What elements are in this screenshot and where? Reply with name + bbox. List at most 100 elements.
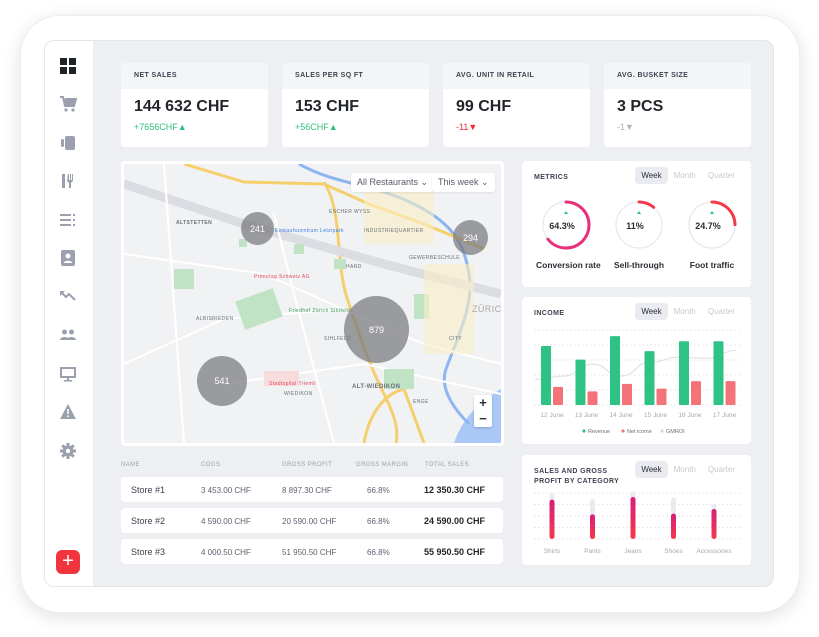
category-bar: [549, 499, 555, 539]
net-income-bar: [587, 391, 598, 405]
kpi-avg-basket-size: AVG. BUSKET SIZE 3 PCS -1▼: [604, 63, 751, 147]
column-header[interactable]: GROSS PROFIT: [282, 462, 332, 468]
map-cluster[interactable]: 241: [241, 212, 274, 245]
up-arrow-icon: [637, 211, 641, 214]
map-background: [124, 164, 501, 443]
store-map[interactable]: ALTSTETTEN ALBISRIEDEN ALT-WIEDIKON ZÜRI…: [121, 161, 504, 446]
restaurant-filter-dropdown[interactable]: All Restaurants ⌄: [351, 173, 435, 192]
people-icon[interactable]: [57, 324, 79, 346]
kpi-value: 144 632 CHF: [134, 98, 230, 115]
contact-icon[interactable]: [57, 247, 79, 269]
map-poi: Friedhof Zürich Sihlfeld: [289, 308, 351, 314]
restaurant-icon[interactable]: [57, 170, 79, 192]
total-sales: 12 350.30 CHF: [424, 485, 486, 495]
x-tick-label: Shirts: [544, 548, 561, 555]
list-icon[interactable]: [57, 209, 79, 231]
legend-dot: [660, 429, 664, 433]
revenue-bar: [644, 351, 655, 405]
store-name: Store #1: [131, 485, 166, 495]
column-header[interactable]: NAME: [121, 462, 140, 468]
dashboard-screen: + NET SALES 144 632 CHF +7656CHF▲ SALES …: [44, 40, 774, 587]
total-sales: 55 950.50 CHF: [424, 547, 486, 557]
map-label: ESCHER WYSS: [329, 209, 371, 215]
gross-profit: 20 590.00 CHF: [282, 517, 337, 526]
store-name: Store #3: [131, 547, 166, 557]
gauge-label: Conversion rate: [536, 260, 601, 270]
gross-profit: 51 950.50 CHF: [282, 548, 337, 557]
x-tick-label: 15 June: [644, 412, 668, 419]
kpi-avg-unit-retail: AVG. UNIT IN RETAIL 99 CHF -11▼: [443, 63, 590, 147]
kpi-delta: -1▼: [617, 122, 634, 132]
pos-terminal-icon[interactable]: [57, 132, 79, 154]
revenue-bar: [679, 341, 689, 405]
settings-icon[interactable]: [57, 440, 79, 462]
cogs: 4 590.00 CHF: [201, 517, 251, 526]
net-income-bar: [725, 381, 736, 405]
gross-margin: 66.8%: [367, 548, 390, 557]
zoom-in-button[interactable]: +: [474, 395, 492, 411]
revenue-bar: [575, 359, 586, 405]
dashboard-icon[interactable]: [57, 55, 79, 77]
gauge-0: 64.3% Conversion rate: [536, 199, 601, 270]
income-card: INCOME Week Month Quarter 12 June 13 June 14…: [522, 297, 751, 444]
card-title: METRICS: [534, 174, 569, 181]
map-poi: Einkaufszentrum Letzipark: [275, 228, 344, 234]
map-label: HARD: [346, 264, 362, 270]
gauge-1: 11% Sell-through: [609, 199, 669, 270]
gauge-label: Foot traffic: [689, 260, 735, 270]
category-card: SALES AND GROSS PROFIT BY CATEGORY Week Mo…: [522, 455, 751, 565]
category-bar: [630, 497, 636, 539]
cogs: 3 453.00 CHF: [201, 486, 251, 495]
map-label: INDUSTRIEQUARTIER: [364, 228, 424, 234]
monitor-icon[interactable]: [57, 363, 79, 385]
map-cluster[interactable]: 879: [344, 296, 409, 363]
gauge-label: Sell-through: [613, 260, 665, 270]
warning-icon[interactable]: [57, 401, 79, 423]
column-header[interactable]: GROSS MARGIN: [356, 462, 408, 468]
trend-icon[interactable]: [57, 286, 79, 308]
net-income-bar: [691, 381, 701, 405]
gauge-2: 24.7% Foot traffic: [682, 199, 742, 270]
kpi-title: AVG. UNIT IN RETAIL: [443, 63, 590, 89]
column-header[interactable]: COGS: [201, 462, 220, 468]
map-label: GEWERBESCHULE: [409, 255, 461, 261]
income-chart: 12 June 13 June 14 June 15 June 16 June 17 Ju…: [534, 329, 740, 435]
gauge-value: 64.3%: [549, 221, 575, 231]
map-label: ZÜRICH: [472, 304, 502, 314]
x-tick-label: Jeans: [624, 548, 642, 555]
cart-icon[interactable]: [57, 93, 79, 115]
add-button[interactable]: +: [56, 550, 80, 574]
kpi-sales-per-sq-ft: SALES PER SQ FT 153 CHF +56CHF▲: [282, 63, 429, 147]
table-row[interactable]: Store #1 3 453.00 CHF 8 897.30 CHF 66.8%…: [121, 477, 503, 502]
tab-week[interactable]: Week: [635, 167, 668, 184]
revenue-bar: [713, 341, 724, 405]
x-tick-label: 12 June: [540, 412, 564, 419]
x-tick-label: Shoes: [664, 548, 683, 555]
up-arrow-icon: [710, 211, 714, 214]
gross-margin: 66.8%: [367, 517, 390, 526]
kpi-delta: -11▼: [456, 122, 478, 132]
x-tick-label: Pants: [584, 548, 601, 555]
tab-month[interactable]: Month: [668, 167, 702, 184]
map-label: ALT-WIEDIKON: [352, 384, 401, 390]
gross-profit: 8 897.30 CHF: [282, 486, 332, 495]
zoom-out-button[interactable]: −: [474, 411, 492, 427]
period-filter-dropdown[interactable]: This week ⌄: [432, 173, 495, 192]
legend-label: Revenue: [588, 429, 610, 435]
gauge-value: 11%: [626, 221, 644, 231]
kpi-title: AVG. BUSKET SIZE: [604, 63, 751, 89]
x-tick-label: 13 June: [575, 412, 599, 419]
table-row[interactable]: Store #3 4 000.50 CHF 51 950.50 CHF 66.8…: [121, 539, 503, 564]
net-income-bar: [622, 383, 632, 405]
map-cluster[interactable]: 541: [197, 356, 247, 406]
table-row[interactable]: Store #2 4 590.00 CHF 20 590.00 CHF 66.8…: [121, 508, 503, 533]
revenue-bar: [610, 336, 620, 405]
tab-quarter[interactable]: Quarter: [702, 167, 741, 184]
x-tick-label: 14 June: [609, 412, 633, 419]
map-label: CITY: [449, 336, 462, 342]
map-cluster[interactable]: 294: [453, 220, 488, 255]
metrics-card: METRICS Week Month Quarter 64.3% Conversion…: [522, 161, 751, 287]
revenue-bar: [541, 346, 551, 405]
column-header[interactable]: TOTAL SALES: [425, 462, 469, 468]
kpi-value: 3 PCS: [617, 98, 664, 115]
